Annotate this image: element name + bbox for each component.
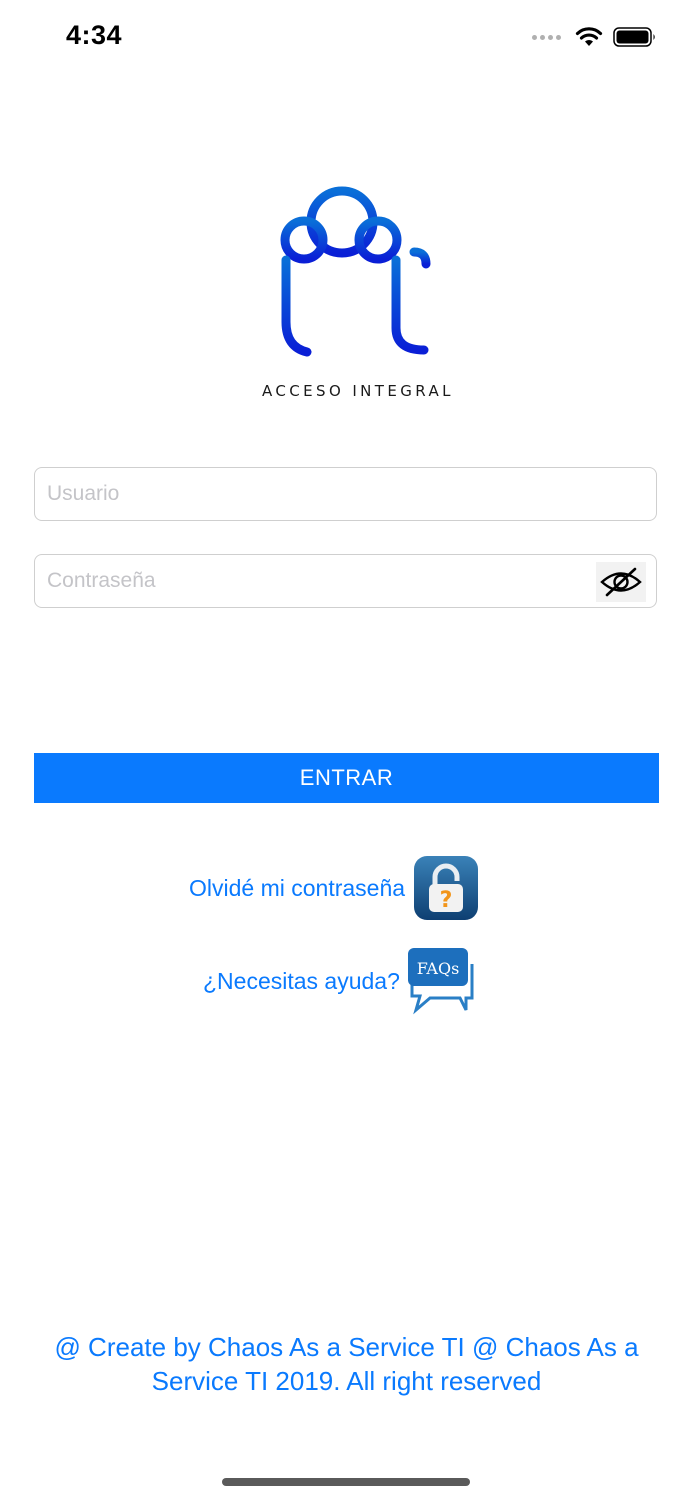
status-icons <box>532 26 657 48</box>
status-time: 4:34 <box>66 20 123 50</box>
battery-icon <box>613 27 655 47</box>
username-input[interactable] <box>35 468 587 520</box>
username-field[interactable] <box>34 467 657 521</box>
logo-text: ACCESO INTEGRAL <box>262 382 454 400</box>
acceso-integral-logo-icon <box>280 186 431 365</box>
app-logo: ACCESO INTEGRAL <box>262 182 454 407</box>
status-bar: 4:34 <box>0 0 693 80</box>
login-button[interactable]: ENTRAR <box>34 753 659 803</box>
help-link[interactable]: ¿Necesitas ayuda? FAQs <box>203 946 476 1016</box>
wifi-icon <box>575 27 603 46</box>
eye-slash-icon <box>600 567 642 597</box>
svg-text:?: ? <box>440 888 453 913</box>
help-label[interactable]: ¿Necesitas ayuda? <box>203 968 400 995</box>
lock-question-icon[interactable]: ? <box>413 855 479 921</box>
footer-copyright: @ Create by Chaos As a Service TI @ Chao… <box>54 1332 639 1396</box>
faqs-icon-text: FAQs <box>417 959 460 978</box>
faqs-chat-icon[interactable]: FAQs <box>406 946 476 1016</box>
forgot-password-link[interactable]: Olvidé mi contraseña ? <box>189 855 479 921</box>
password-input[interactable] <box>35 555 587 607</box>
password-field[interactable] <box>34 554 657 608</box>
home-indicator[interactable] <box>222 1478 470 1486</box>
cellular-signal-icon <box>532 34 561 40</box>
forgot-password-label[interactable]: Olvidé mi contraseña <box>189 875 405 902</box>
password-visibility-toggle[interactable] <box>596 562 646 602</box>
